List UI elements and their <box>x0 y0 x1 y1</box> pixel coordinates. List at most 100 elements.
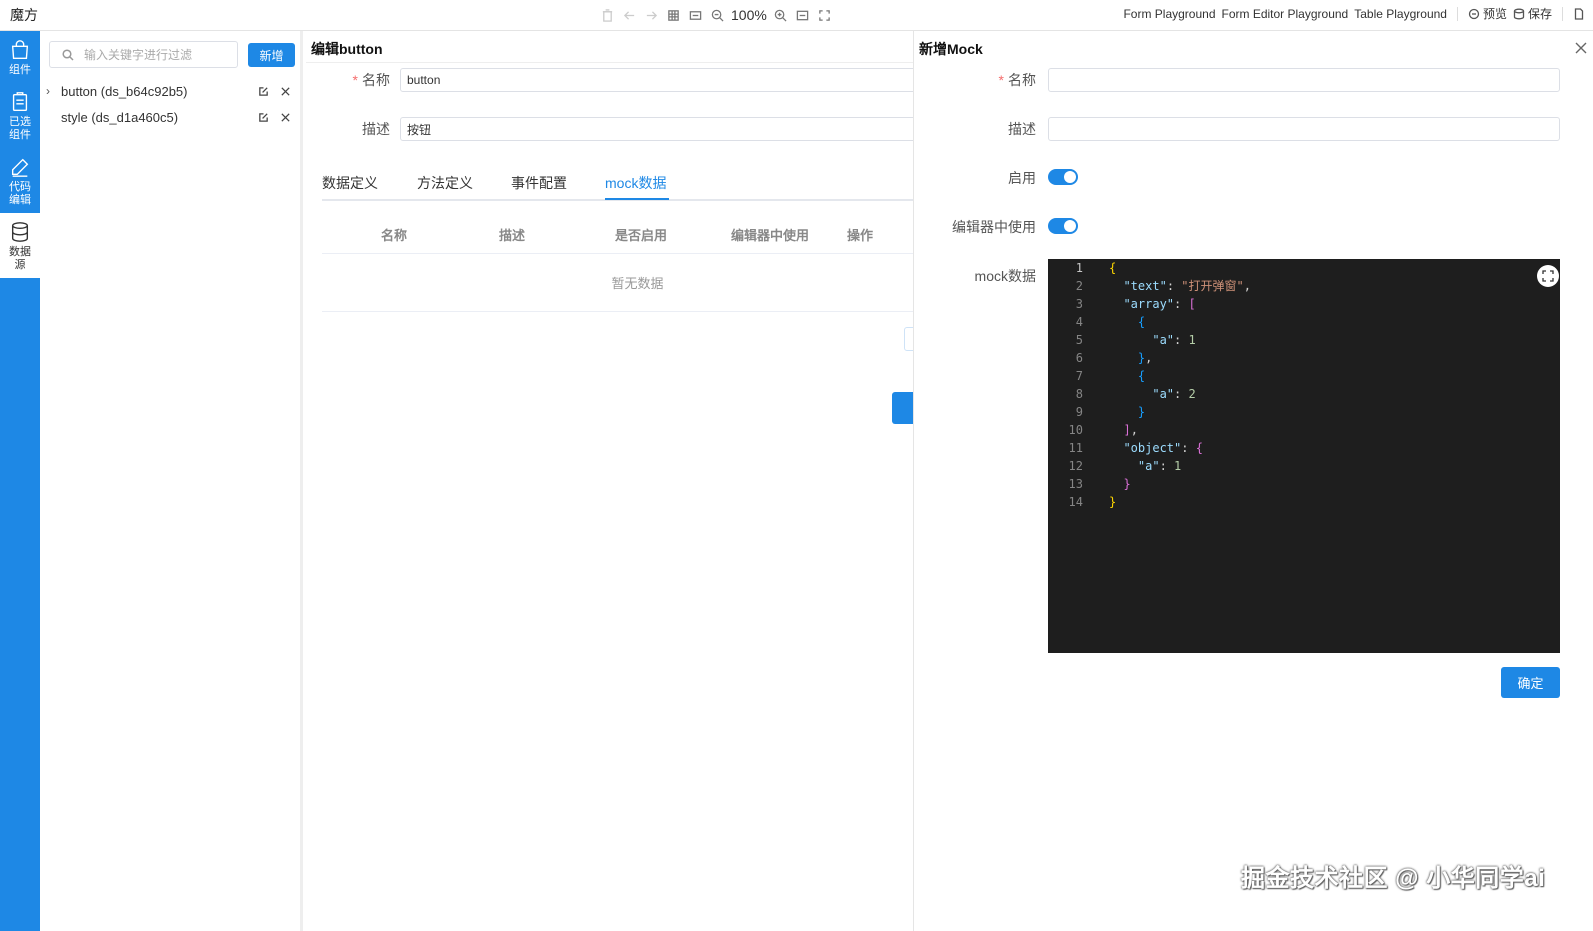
mock-name-field[interactable] <box>1048 68 1560 92</box>
code-line: 1{ <box>1075 261 1117 275</box>
link-table-playground[interactable]: Table Playground <box>1354 7 1447 21</box>
fullscreen-icon[interactable] <box>816 6 834 24</box>
table-header: 名称 描述 是否启用 编辑器中使用 操作 <box>322 221 913 254</box>
code-line: 13 } <box>1068 477 1131 491</box>
datasource-panel: 输入关键字进行过滤 新增 › button (ds_b64c92b5) styl… <box>40 31 303 931</box>
bag-icon <box>11 40 29 59</box>
code-line: 2 "text": "打开弹窗", <box>1075 279 1251 293</box>
enable-toggle[interactable] <box>1048 169 1078 185</box>
column-header: 编辑器中使用 <box>731 228 810 243</box>
edit-icon[interactable] <box>252 86 274 97</box>
left-nav: 组件 已选组件 代码编辑 数据源 <box>0 31 40 931</box>
app-title: 魔方 <box>10 7 38 23</box>
chevron-right-icon[interactable]: › <box>46 84 61 98</box>
tree-item-label: style (ds_d1a460c5) <box>61 109 179 125</box>
tab-method-definition[interactable]: 方法定义 <box>417 173 473 193</box>
desc-field[interactable]: 按钮 <box>400 117 913 141</box>
link-form-playground[interactable]: Form Playground <box>1123 7 1215 21</box>
nav-datasource-label: 数据源 <box>9 246 31 271</box>
column-header: 是否启用 <box>615 228 668 243</box>
mock-desc-label: 描述 <box>1008 121 1036 137</box>
mock-name-label: * 名称 <box>998 72 1036 88</box>
add-datasource-button[interactable]: 新增 <box>248 43 295 67</box>
edit-datasource-panel: 编辑button * 名称 button 描述 按钮 数据定义 方法定义 事件配置… <box>306 31 913 931</box>
nav-components[interactable]: 组件 <box>0 31 40 83</box>
empty-text: 暂无数据 <box>322 254 913 312</box>
tab-mock-data[interactable]: mock数据 <box>605 173 666 193</box>
code-line: 11 "object": { <box>1068 441 1203 455</box>
save-label: 保存 <box>1527 7 1552 21</box>
zoom-out-icon[interactable] <box>708 6 726 24</box>
undo-icon[interactable] <box>620 6 638 24</box>
tab-indicator <box>605 198 669 200</box>
code-line: 5 "a": 1 <box>1075 333 1196 347</box>
column-header: 操作 <box>847 228 874 243</box>
confirm-button-partial[interactable] <box>892 392 913 424</box>
code-line: 6 }, <box>1075 351 1153 365</box>
nav-selected-components-label: 已选组件 <box>9 116 31 141</box>
clipboard-icon <box>12 92 28 111</box>
redo-icon[interactable] <box>642 6 660 24</box>
close-icon[interactable] <box>274 86 296 97</box>
panel-title: 编辑button <box>311 41 383 57</box>
fit-screen-icon[interactable] <box>794 6 812 24</box>
grid-icon[interactable] <box>664 6 682 24</box>
tab-bar: 数据定义 方法定义 事件配置 mock数据 <box>322 171 913 201</box>
code-editor[interactable]: 1{ 2 "text": "打开弹窗", 3 "array": [ 4 { 5 … <box>1048 259 1560 653</box>
document-icon <box>1574 7 1584 20</box>
code-line: 14} <box>1068 495 1117 509</box>
confirm-button[interactable]: 确定 <box>1501 667 1560 698</box>
mock-data-label: mock数据 <box>974 268 1036 284</box>
zoom-level: 100% <box>731 7 767 23</box>
tab-data-definition[interactable]: 数据定义 <box>322 173 378 193</box>
tree-item-label: button (ds_b64c92b5) <box>61 83 188 99</box>
search-icon <box>62 48 74 61</box>
add-mock-button-partial[interactable] <box>904 327 913 351</box>
edit-icon[interactable] <box>252 112 274 123</box>
preview-button[interactable]: 预览 <box>1468 5 1507 22</box>
pencil-icon <box>11 158 29 177</box>
link-form-editor-playground[interactable]: Form Editor Playground <box>1222 7 1349 21</box>
column-header: 描述 <box>499 228 526 243</box>
name-field[interactable]: button <box>400 68 913 92</box>
code-line: 4 { <box>1075 315 1146 329</box>
code-line: 10 ], <box>1068 423 1138 437</box>
mock-desc-field[interactable] <box>1048 117 1560 141</box>
code-line: 12 "a": 1 <box>1068 459 1182 473</box>
nav-selected-components[interactable]: 已选组件 <box>0 83 40 148</box>
use-in-editor-toggle[interactable] <box>1048 218 1078 234</box>
drawer-title: 新增Mock <box>919 41 983 57</box>
close-icon[interactable] <box>274 112 296 123</box>
close-icon[interactable] <box>1575 42 1587 54</box>
delete-icon[interactable] <box>598 6 616 24</box>
column-header: 名称 <box>381 228 408 243</box>
save-icon <box>1513 8 1525 19</box>
divider <box>1456 6 1458 21</box>
enable-label: 启用 <box>1008 170 1036 186</box>
nav-datasource[interactable]: 数据源 <box>0 213 40 278</box>
search-input[interactable]: 输入关键字进行过滤 <box>49 41 238 68</box>
preview-icon <box>1468 8 1480 19</box>
tab-event-config[interactable]: 事件配置 <box>511 173 567 193</box>
preview-label: 预览 <box>1482 7 1507 21</box>
use-in-editor-label: 编辑器中使用 <box>952 219 1036 235</box>
tree-item[interactable]: style (ds_d1a460c5) <box>46 107 296 127</box>
watermark: 掘金技术社区 @ 小华同学ai <box>1241 865 1546 892</box>
zoom-in-icon[interactable] <box>772 6 790 24</box>
top-right-links: Form Playground Form Editor Playground T… <box>1123 5 1585 22</box>
code-line: 7 { <box>1075 369 1146 383</box>
nav-code-edit[interactable]: 代码编辑 <box>0 148 40 213</box>
desc-label: 描述 <box>362 121 390 137</box>
nav-code-edit-label: 代码编辑 <box>9 181 31 206</box>
new-mock-drawer: 新增Mock * 名称 描述 启用 编辑器中使用 mock数据 1{ 2 "tex… <box>913 31 1593 931</box>
database-icon <box>11 222 29 242</box>
canvas-toolbar: 100% <box>598 4 834 26</box>
top-bar: 魔方 100% Form Playground Form Editor Play… <box>0 0 1593 31</box>
name-label: * 名称 <box>352 72 390 88</box>
document-button[interactable] <box>1573 7 1585 20</box>
layout-icon[interactable] <box>686 6 704 24</box>
nav-components-label: 组件 <box>9 64 31 76</box>
save-button[interactable]: 保存 <box>1513 5 1552 22</box>
tree-item[interactable]: › button (ds_b64c92b5) <box>46 81 296 101</box>
expand-icon[interactable] <box>1537 265 1559 287</box>
